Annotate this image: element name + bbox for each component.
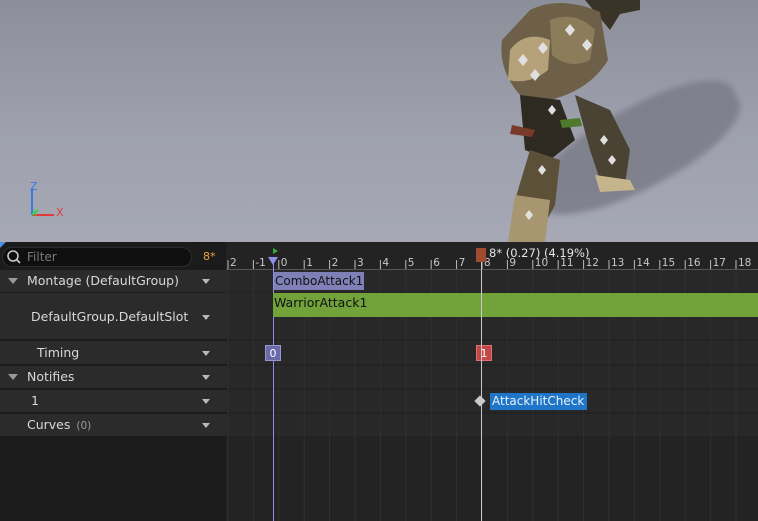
filter-bar: 8* xyxy=(0,242,226,270)
chevron-down-icon[interactable] xyxy=(202,375,210,380)
curves-title: Curves xyxy=(27,417,71,432)
chevron-down-icon[interactable] xyxy=(202,423,210,428)
chevron-down-icon[interactable] xyxy=(202,351,210,356)
scrub-cursor-line xyxy=(481,262,482,521)
filter-search-box[interactable] xyxy=(2,247,192,267)
ruler-tick-label: 7 xyxy=(458,257,466,269)
ruler-tick-label: 15 xyxy=(661,257,676,269)
ruler-tick-label: -1 xyxy=(255,257,266,269)
frame-counter: 8* xyxy=(203,250,216,263)
track-row-montage[interactable]: Montage (DefaultGroup) xyxy=(0,270,226,292)
track-row-curves[interactable]: Curves (0) xyxy=(0,414,226,436)
ruler-tick-label: 2 xyxy=(331,257,339,269)
axis-z-label: Z xyxy=(30,180,38,193)
montage-section[interactable]: ComboAttack1 xyxy=(274,272,364,290)
track-row-timing[interactable]: Timing xyxy=(0,341,226,364)
scrub-cursor-readout: 8* (0.27) (4.19%) xyxy=(489,246,590,260)
track-row-notify-track[interactable]: 1 xyxy=(0,390,226,412)
viewport[interactable]: Z X Y xyxy=(0,0,758,242)
ruler-tick-label: 4 xyxy=(382,257,390,269)
start-flag-icon xyxy=(273,248,278,254)
track-outliner: 8* Montage (DefaultGroup) DefaultGroup.D… xyxy=(0,242,226,521)
track-row-slot[interactable]: DefaultGroup.DefaultSlot xyxy=(0,293,226,339)
scrub-cursor-handle[interactable] xyxy=(476,248,486,262)
filter-input[interactable] xyxy=(27,249,187,265)
axis-x-label: X xyxy=(56,206,64,219)
axis-gizmo: Z X Y xyxy=(22,180,72,225)
notify-track-label: 1 xyxy=(31,393,39,408)
curves-count: (0) xyxy=(76,420,92,432)
curves-label: Curves (0) xyxy=(27,417,91,432)
timeline-panel[interactable]: 2 -1 0 1 2 3 4 5 6 7 8 9 10 11 12 13 14 15 16 17 18 ComboAtt… xyxy=(226,242,758,521)
chevron-down-icon[interactable] xyxy=(202,399,210,404)
slot-label: DefaultGroup.DefaultSlot xyxy=(31,309,189,324)
axis-y-label: Y xyxy=(33,209,39,219)
timing-marker-end[interactable]: 1 xyxy=(476,345,492,361)
search-icon xyxy=(7,250,21,264)
ruler-tick-label: 2 xyxy=(230,257,237,269)
ruler-tick-label: 16 xyxy=(687,257,701,269)
ruler-tick-label: 13 xyxy=(611,257,625,269)
notify-event[interactable]: AttackHitCheck xyxy=(490,393,588,410)
timing-marker-start[interactable]: 0 xyxy=(265,345,281,361)
ruler-tick-label: 6 xyxy=(433,257,440,269)
ruler-tick-label: 1 xyxy=(306,257,313,269)
panel-corner-marker xyxy=(0,242,6,248)
chevron-down-icon[interactable] xyxy=(202,315,210,320)
montage-group-label: Montage (DefaultGroup) xyxy=(27,273,179,288)
chevron-down-icon[interactable] xyxy=(202,279,210,284)
ruler-tick-label: 17 xyxy=(712,257,726,269)
collapse-arrow-icon[interactable] xyxy=(8,374,18,380)
start-marker-handle[interactable] xyxy=(268,257,278,265)
ruler-tick-label: 18 xyxy=(738,257,752,269)
ruler-tick-label: 5 xyxy=(407,257,415,269)
character-model[interactable] xyxy=(490,0,640,242)
animation-segment[interactable]: WarriorAttack1 xyxy=(273,293,758,317)
collapse-arrow-icon[interactable] xyxy=(8,278,18,284)
track-row-notifies[interactable]: Notifies xyxy=(0,366,226,388)
timing-label: Timing xyxy=(37,345,80,360)
ruler-tick-label: 14 xyxy=(636,257,650,269)
ruler-tick-label: 0 xyxy=(280,257,288,269)
ruler-tick-label: 3 xyxy=(357,257,364,269)
notifies-label: Notifies xyxy=(27,369,75,384)
